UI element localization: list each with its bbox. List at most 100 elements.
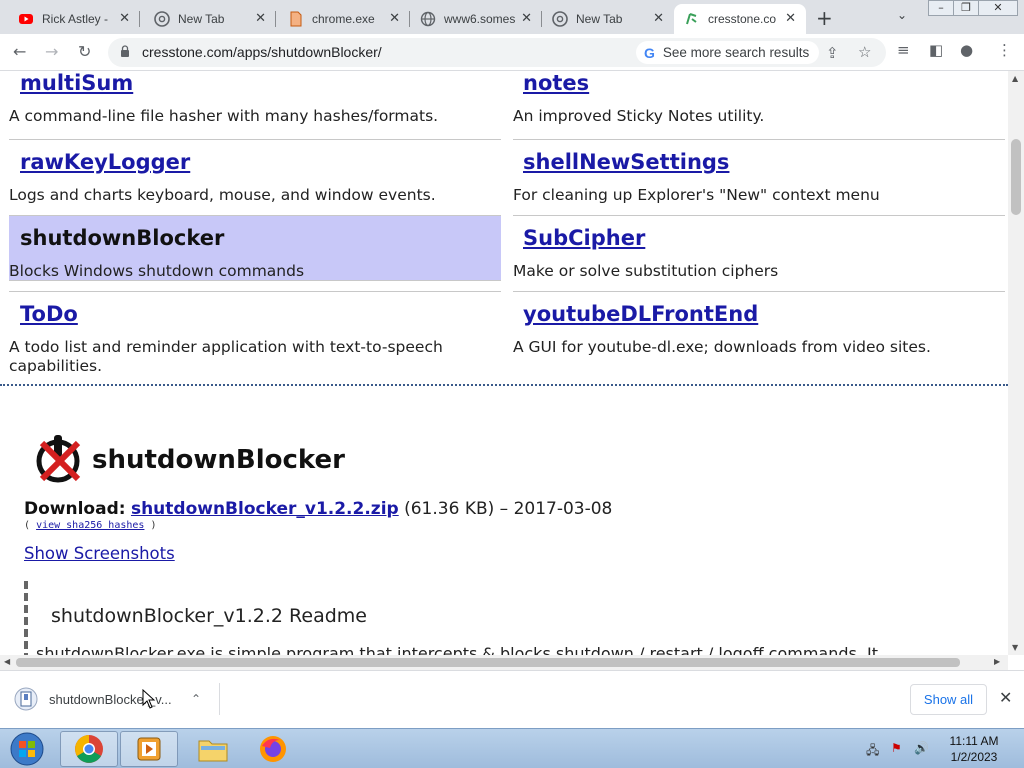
app-link-current[interactable]: shutdownBlocker [20,226,224,250]
scroll-left-arrow-icon[interactable]: ◀ [4,657,10,666]
chevron-down-icon[interactable]: ⌄ [897,8,907,22]
show-screenshots-link[interactable]: Show Screenshots [24,544,175,563]
firefox-icon [260,736,286,762]
minimize-button[interactable]: – [928,0,954,16]
app-description: A GUI for youtube-dl.exe; downloads from… [513,338,931,356]
chrome-icon [75,735,103,763]
close-icon[interactable]: ✕ [255,11,266,26]
close-icon[interactable]: ✕ [119,11,130,26]
forward-arrow-icon[interactable]: → [45,42,58,61]
profile-avatar-icon[interactable]: ● [960,41,973,59]
tab-title: cresstone.co [708,12,777,26]
tab-6-active[interactable]: cresstone.co ✕ [674,4,806,34]
close-icon[interactable]: ✕ [389,11,400,26]
readme-text: shutdownBlocker.exe is simple program th… [36,644,879,655]
windows-logo-icon [10,732,44,766]
reload-icon[interactable]: ↻ [78,42,91,61]
download-meta: (61.36 KB) – 2017-03-08 [404,499,613,519]
menu-kebab-icon[interactable]: ⋮ [997,41,1012,59]
vertical-scroll-thumb[interactable] [1011,139,1021,215]
tab-title: Rick Astley - [42,12,109,26]
close-icon[interactable]: ✕ [999,688,1012,707]
close-icon[interactable]: ✕ [521,11,532,26]
side-panel-icon[interactable]: ◧ [929,41,943,59]
clock-date: 1/2/2023 [950,750,998,764]
mouse-cursor-icon [142,689,156,709]
app-description: Blocks Windows shutdown commands [9,262,305,280]
search-results-chip[interactable]: G See more search results [636,41,820,64]
app-link[interactable]: multiSum [20,71,133,95]
close-icon[interactable]: ✕ [785,11,796,26]
paren-close: ) [150,520,157,531]
app-link[interactable]: notes [523,71,589,95]
app-card-shutdownblocker: shutdownBlocker Blocks Windows shutdown … [9,216,501,281]
close-window-button[interactable]: ✕ [978,0,1018,16]
google-icon: G [644,44,655,61]
app-link[interactable]: rawKeyLogger [20,150,190,174]
tab-3[interactable]: chrome.exe ✕ [278,4,410,34]
scroll-down-arrow-icon[interactable]: ▼ [1012,643,1018,652]
show-all-button[interactable]: Show all [910,684,987,715]
horizontal-scroll-thumb[interactable] [16,658,960,667]
paren-open: ( [24,520,31,531]
app-description: For cleaning up Explorer's "New" context… [513,186,880,204]
tab-5[interactable]: New Tab ✕ [542,4,674,34]
taskbar-explorer[interactable] [184,731,242,767]
hashes-line: ( view sha256 hashes ) [24,520,157,531]
search-chip-label: See more search results [662,45,810,60]
media-control-icon[interactable]: ≡ [897,41,910,59]
taskbar-media-player[interactable] [120,731,178,767]
tab-1[interactable]: Rick Astley - ✕ [8,4,140,34]
download-item[interactable]: shutdownBlocker_v... ⌃ [14,683,220,715]
taskbar-firefox[interactable] [244,731,302,767]
app-link[interactable]: youtubeDLFrontEnd [523,302,758,326]
app-description: Logs and charts keyboard, mouse, and win… [9,186,436,204]
taskbar-chrome[interactable] [60,731,118,767]
app-link[interactable]: ToDo [20,302,78,326]
divider [9,291,501,292]
back-arrow-icon[interactable]: ← [13,42,26,61]
action-center-flag-icon[interactable]: ⚑ [891,741,902,755]
web-page: multiSum A command-line file hasher with… [0,71,1008,655]
lock-icon[interactable] [120,45,130,57]
app-card-shellnewsettings: shellNewSettings For cleaning up Explore… [513,140,1005,216]
start-button[interactable] [2,731,52,767]
app-description: A command-line file hasher with many has… [9,107,439,125]
vertical-scrollbar[interactable]: ▲ ▼ [1008,71,1024,655]
chrome-icon [154,11,170,27]
view-hashes-link[interactable]: view sha256 hashes [36,520,144,531]
clock[interactable]: 11:11 AM 1/2/2023 [944,733,1004,765]
url-text[interactable]: cresstone.com/apps/shutdownBlocker/ [142,44,382,60]
tab-2[interactable]: New Tab ✕ [144,4,276,34]
download-label: Download: [24,499,126,519]
download-link[interactable]: shutdownBlocker_v1.2.2.zip [131,499,399,519]
tab-4[interactable]: www6.somes ✕ [410,4,542,34]
tab-strip: Rick Astley - ✕ New Tab ✕ chrome.exe ✕ w… [0,0,1024,34]
share-icon[interactable]: ⇪ [826,44,839,62]
close-icon[interactable]: ✕ [653,11,664,26]
section-divider [0,384,1008,386]
app-link[interactable]: SubCipher [523,226,645,250]
app-card-subcipher: SubCipher Make or solve substitution cip… [513,216,1005,292]
app-card-multisum: multiSum A command-line file hasher with… [9,71,501,140]
bookmark-star-icon[interactable]: ☆ [858,43,871,61]
youtube-icon [19,14,33,24]
document-icon [290,11,302,27]
address-bar[interactable]: cresstone.com/apps/shutdownBlocker/ G Se… [108,38,886,67]
app-link[interactable]: shellNewSettings [523,150,729,174]
scroll-up-arrow-icon[interactable]: ▲ [1012,74,1018,83]
download-line: Download: shutdownBlocker_v1.2.2.zip (61… [24,499,612,519]
network-icon[interactable]: 🖧 [866,741,879,762]
new-tab-button[interactable]: + [816,6,833,30]
download-shelf: shutdownBlocker_v... ⌃ Show all ✕ [0,670,1024,728]
taskbar: 🖧 ⚑ 🔊 11:11 AM 1/2/2023 [0,728,1024,768]
zip-file-icon [14,687,38,711]
app-card-rawkeylogger: rawKeyLogger Logs and charts keyboard, m… [9,140,501,216]
scroll-right-arrow-icon[interactable]: ▶ [994,657,1000,666]
volume-icon[interactable]: 🔊 [914,741,929,755]
chevron-up-icon[interactable]: ⌃ [191,692,201,706]
horizontal-scrollbar[interactable]: ◀ ▶ [0,655,1008,670]
app-description: A todo list and reminder application wit… [9,338,443,375]
tab-title: New Tab [576,12,623,26]
restore-button[interactable]: ❐ [953,0,979,16]
